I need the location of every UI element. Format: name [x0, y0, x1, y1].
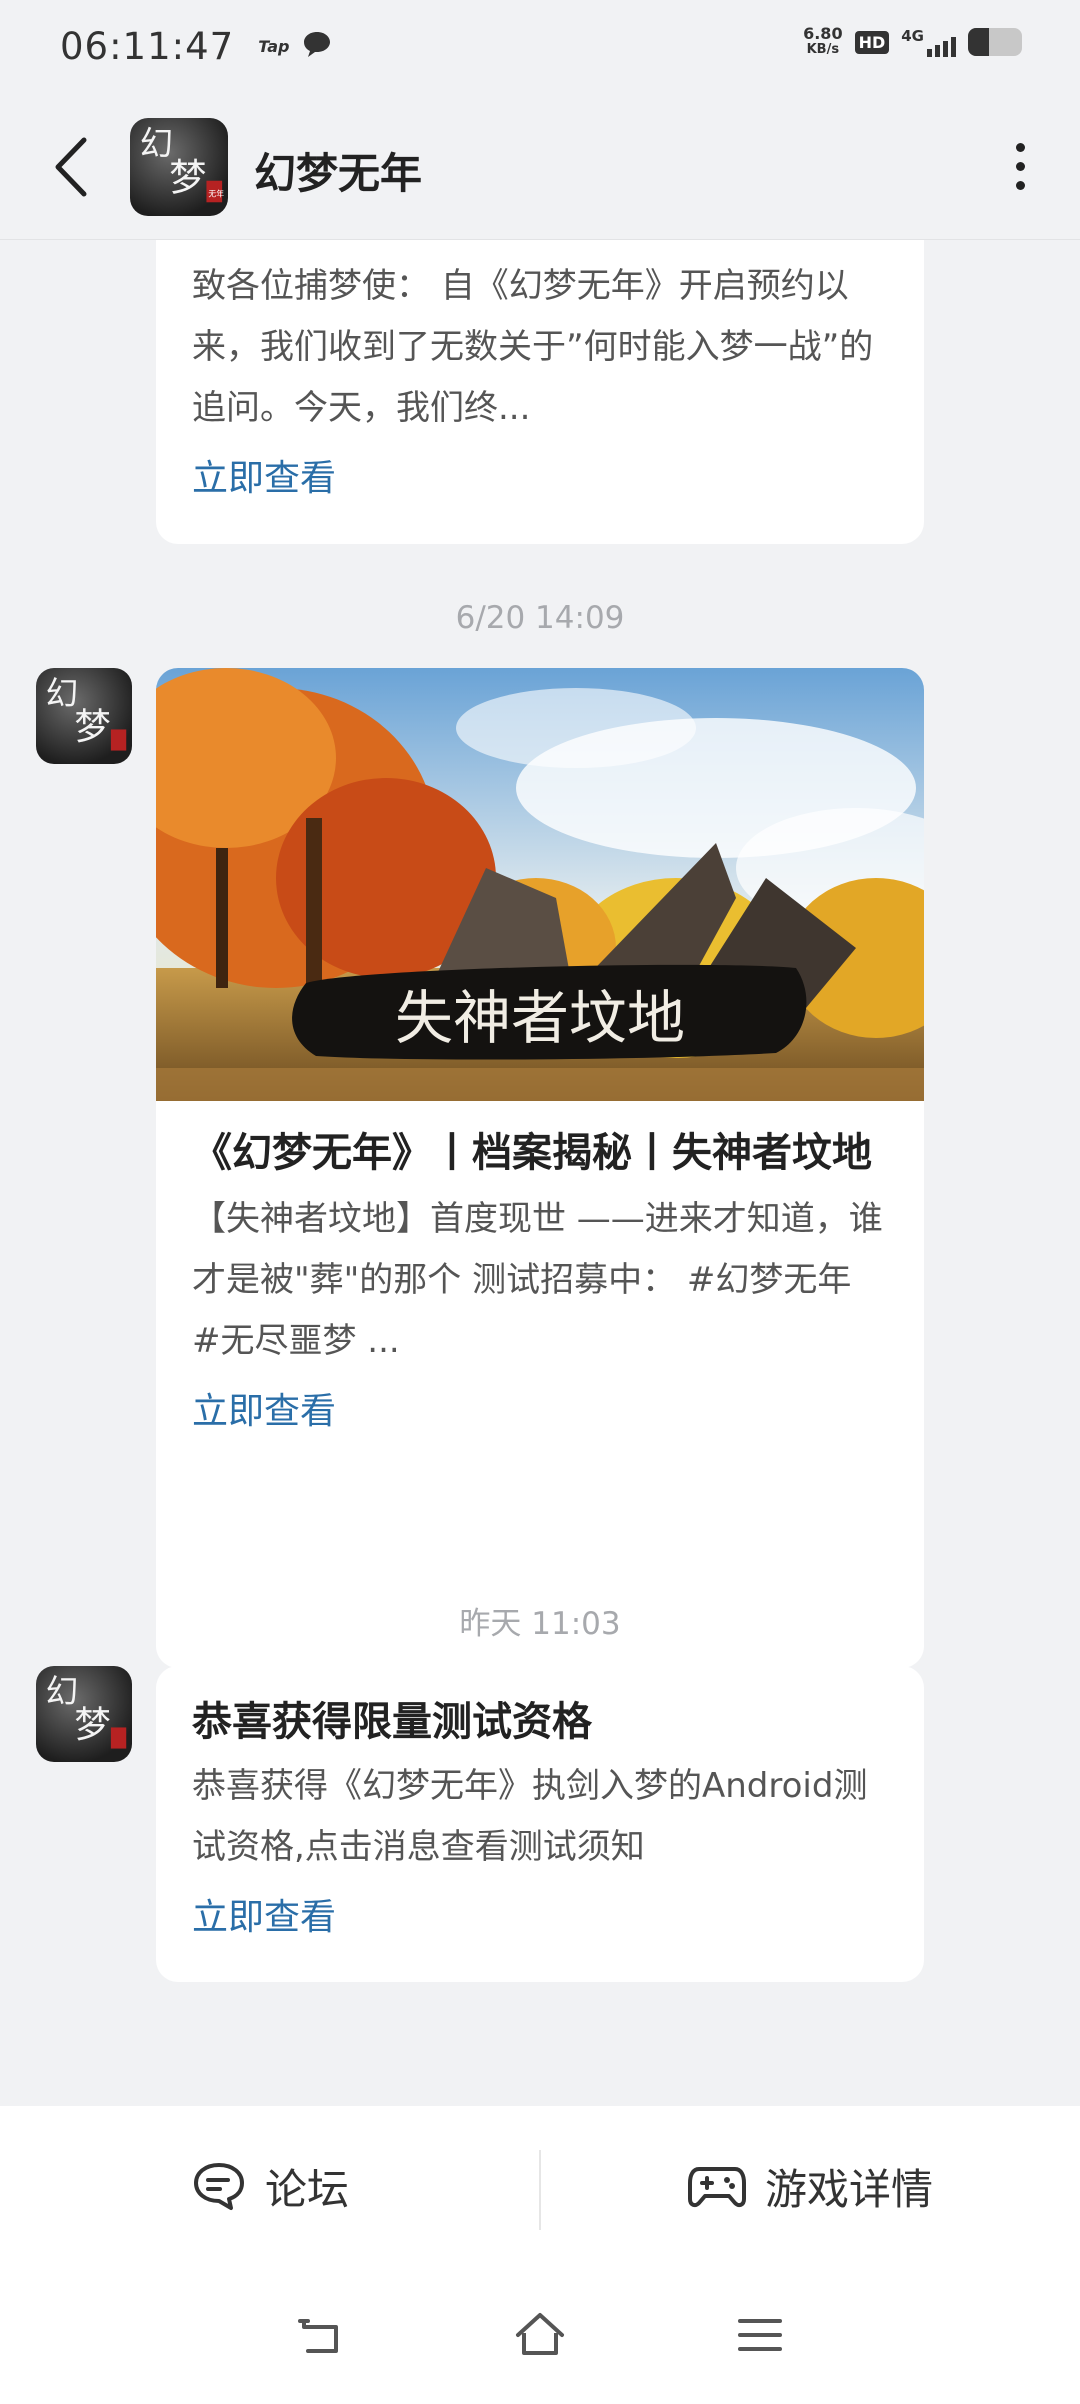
gamepad-icon	[687, 2167, 746, 2208]
message-body: 恭喜获得《幻梦无年》执剑入梦的Android测试资格,点击消息查看测试须知	[192, 1766, 868, 1867]
view-now-link[interactable]: 立即查看	[156, 1382, 372, 1434]
network-type: 4G	[901, 27, 924, 45]
nav-back-icon[interactable]	[290, 2305, 350, 2365]
status-indicators: 6.80 KB/s HD 4G	[803, 26, 1022, 58]
message-timestamp: 昨天 11:03	[459, 1606, 621, 1642]
message-body: 【失神者坟地】首度现世 ——进来才知道，谁才是被"葬"的那个 测试招募中： #幻…	[192, 1199, 883, 1361]
sender-avatar[interactable]: 幻 梦	[36, 1666, 132, 1762]
chat-notification-icon	[301, 29, 333, 63]
logo-char-1: 幻	[140, 124, 173, 163]
nav-menu-icon[interactable]	[730, 2305, 790, 2365]
message-body: 致各位捕梦使： 自《幻梦无年》开启预约以来，我们收到了无数关于”何时能入梦一战”…	[192, 266, 874, 428]
tap-notification-icon: Tap	[258, 36, 290, 56]
game-logo-avatar[interactable]: 幻 梦 无年	[130, 118, 228, 216]
page-title: 幻梦无年	[254, 149, 423, 198]
bottom-bar-divider	[539, 2150, 541, 2230]
logo-char-2: 梦	[169, 156, 206, 200]
forum-icon	[193, 2163, 244, 2210]
battery-icon	[968, 28, 1022, 56]
net-speed: 6.80 KB/s	[803, 26, 842, 58]
view-now-link[interactable]: 立即查看	[156, 449, 372, 501]
logo-char-3: 无年	[208, 188, 224, 198]
system-navigation-bar	[0, 2266, 1080, 2404]
back-button[interactable]	[44, 132, 104, 202]
logo-char-1: 幻	[46, 1672, 79, 1710]
forum-label: 论坛	[264, 2164, 349, 2214]
signal-icon: 4G	[901, 27, 956, 57]
logo-char-2: 梦	[74, 1703, 110, 1746]
nav-home-icon[interactable]	[510, 2305, 570, 2365]
message-card-3[interactable]: 恭喜获得限量测试资格 恭喜获得《幻梦无年》执剑入梦的Android测试资格,点击…	[156, 1666, 924, 1982]
message-title: 恭喜获得限量测试资格	[192, 1699, 592, 1745]
hd-icon: HD	[854, 30, 890, 54]
status-bar: 06:11:47 Tap 6.80 KB/s HD 4G	[0, 0, 1080, 92]
game-detail-label: 游戏详情	[764, 2164, 933, 2214]
status-time: 06:11:47	[60, 24, 235, 68]
article-title: 《幻梦无年》丨档案揭秘丨失神者坟地	[192, 1130, 872, 1176]
message-card-1[interactable]: 致各位捕梦使： 自《幻梦无年》开启预约以来，我们收到了无数关于”何时能入梦一战”…	[156, 240, 924, 544]
banner-caption: 失神者坟地	[395, 984, 685, 1052]
net-speed-value: 6.80	[803, 24, 843, 43]
forum-button[interactable]: 论坛	[0, 2106, 540, 2266]
bottom-action-bar: 论坛 游戏详情	[0, 2106, 1080, 2266]
chat-header: 幻 梦 无年 幻梦无年	[0, 92, 1080, 240]
game-detail-button[interactable]: 游戏详情	[540, 2106, 1080, 2266]
message-timestamp: 6/20 14:09	[455, 600, 625, 636]
sender-avatar[interactable]: 幻 梦	[36, 668, 132, 764]
message-card-2[interactable]: 失神者坟地 《幻梦无年》丨档案揭秘丨失神者坟地 【失神者坟地】首度现世 ——进来…	[156, 668, 924, 1668]
net-speed-unit: KB/s	[806, 42, 840, 57]
message-feed[interactable]: 致各位捕梦使： 自《幻梦无年》开启预约以来，我们收到了无数关于”何时能入梦一战”…	[0, 240, 1080, 2106]
logo-char-2: 梦	[74, 705, 110, 748]
view-now-link[interactable]: 立即查看	[156, 1888, 372, 1940]
more-options-button[interactable]	[990, 136, 1050, 196]
article-banner-image: 失神者坟地	[156, 668, 924, 1101]
logo-char-1: 幻	[46, 674, 79, 712]
